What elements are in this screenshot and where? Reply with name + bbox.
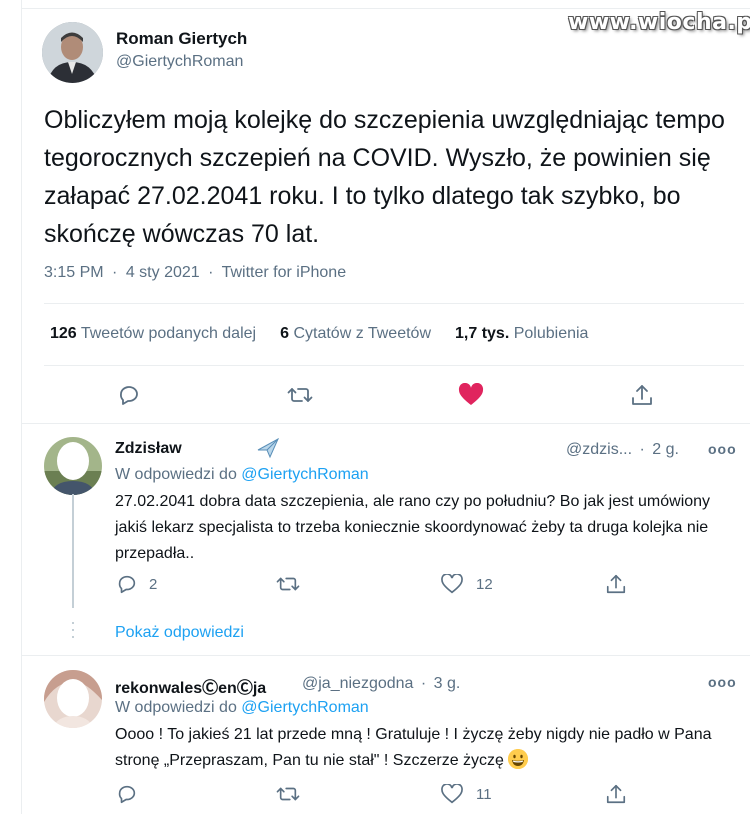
reply-context: W odpowiedzi do @GiertychRoman: [115, 466, 369, 484]
reply-to-prefix: W odpowiedzi do: [115, 699, 237, 716]
heart-icon: [441, 574, 463, 594]
meta-separator: ·: [208, 264, 214, 281]
quotes-label: Cytatów z Tweetów: [293, 325, 431, 342]
heart-icon: [441, 784, 463, 804]
like-button[interactable]: [456, 380, 486, 410]
reply-to-handle[interactable]: @GiertychRoman: [241, 699, 368, 716]
likes-count: 1,7 tys.: [455, 325, 510, 342]
meta-separator: ·: [112, 264, 118, 281]
share-icon: [606, 574, 626, 594]
author-name[interactable]: Roman Giertych: [116, 29, 247, 49]
reply-age[interactable]: 3 g.: [434, 675, 461, 692]
reply-avatar[interactable]: [44, 437, 102, 495]
retweets-stat[interactable]: 126 Tweetów podanych dalej: [50, 325, 256, 343]
quotes-count: 6: [280, 325, 289, 342]
reply-author-name[interactable]: rekonwalesⒸenⒸja: [115, 674, 266, 698]
tweet-date[interactable]: 4 sty 2021: [126, 264, 200, 281]
tweet-meta: 3:15 PM · 4 sty 2021 · Twitter for iPhon…: [44, 264, 346, 282]
heart-icon: [458, 383, 484, 405]
reply-meta: @zdzis... · 2 g.: [566, 441, 679, 459]
thread-line: [72, 494, 74, 608]
reply-button[interactable]: [115, 572, 139, 596]
divider: [22, 655, 750, 656]
retweet-icon: [276, 787, 300, 801]
reply-context: W odpowiedzi do @GiertychRoman: [115, 699, 369, 717]
quotes-stat[interactable]: 6 Cytatów z Tweetów: [280, 325, 431, 343]
reply-meta: @ja_niezgodna · 3 g.: [302, 675, 460, 693]
tweet-stats: 126 Tweetów podanych dalej 6 Cytatów z T…: [50, 325, 588, 343]
divider: [44, 365, 744, 366]
divider: [22, 423, 750, 424]
likes-stat[interactable]: 1,7 tys. Polubienia: [455, 325, 588, 343]
like-count: 11: [476, 786, 492, 803]
tweet-time[interactable]: 3:15 PM: [44, 264, 104, 281]
author-avatar[interactable]: [42, 22, 103, 83]
reply-avatar[interactable]: [44, 670, 102, 728]
like-count: 12: [476, 576, 493, 593]
top-divider: [22, 8, 750, 9]
reply-button[interactable]: [115, 782, 139, 806]
reply-author-name[interactable]: Zdzisław: [115, 440, 182, 458]
meta-separator: ·: [420, 675, 427, 692]
watermark: www.wiocha.pl: [568, 10, 750, 35]
more-icon: ooo: [708, 674, 737, 690]
like-button[interactable]: [440, 572, 464, 596]
reply-icon: [118, 785, 136, 804]
like-button[interactable]: [440, 782, 464, 806]
more-button[interactable]: ooo: [708, 441, 737, 457]
reply-author-handle[interactable]: @ja_niezgodna: [302, 675, 413, 692]
retweet-icon: [276, 577, 300, 591]
grinning-emoji: [508, 749, 529, 769]
more-icon: ooo: [708, 441, 737, 457]
retweet-icon: [287, 388, 313, 402]
reply-button[interactable]: [114, 380, 144, 410]
reply-to-prefix: W odpowiedzi do: [115, 466, 237, 483]
reply-author-handle[interactable]: @zdzis...: [566, 441, 632, 458]
reply-text: 27.02.2041 dobra data szczepienia, ale r…: [115, 493, 711, 562]
divider: [44, 303, 744, 304]
retweets-count: 126: [50, 325, 77, 342]
share-button[interactable]: [604, 572, 628, 596]
retweet-button[interactable]: [285, 380, 315, 410]
retweet-button[interactable]: [275, 782, 301, 806]
reply-age[interactable]: 2 g.: [652, 441, 679, 458]
retweet-button[interactable]: [275, 572, 301, 596]
reply-text: Oooo ! To jakieś 21 lat przede mną ! Gra…: [115, 722, 740, 774]
retweets-label: Tweetów podanych dalej: [80, 325, 257, 342]
tweet-text: Obliczyłem moją kolejkę do szczepienia u…: [44, 106, 725, 248]
more-button[interactable]: ooo: [708, 674, 737, 690]
reply-text-content: Oooo ! To jakieś 21 lat przede mną ! Gra…: [115, 726, 712, 769]
reply-icon: [120, 386, 138, 405]
likes-label: Polubienia: [513, 325, 589, 342]
share-icon: [632, 385, 652, 405]
tweet-source[interactable]: Twitter for iPhone: [222, 264, 347, 281]
airplane-icon: [256, 437, 280, 464]
share-button[interactable]: [627, 380, 657, 410]
meta-separator: ·: [639, 441, 645, 458]
reply-to-handle[interactable]: @GiertychRoman: [241, 466, 368, 483]
reply-icon: [118, 575, 136, 594]
show-replies-link[interactable]: Pokaż odpowiedzi: [115, 624, 244, 642]
share-icon: [606, 784, 626, 804]
share-button[interactable]: [604, 782, 628, 806]
author-handle[interactable]: @GiertychRoman: [116, 53, 243, 71]
reply-count: 2: [149, 576, 158, 593]
